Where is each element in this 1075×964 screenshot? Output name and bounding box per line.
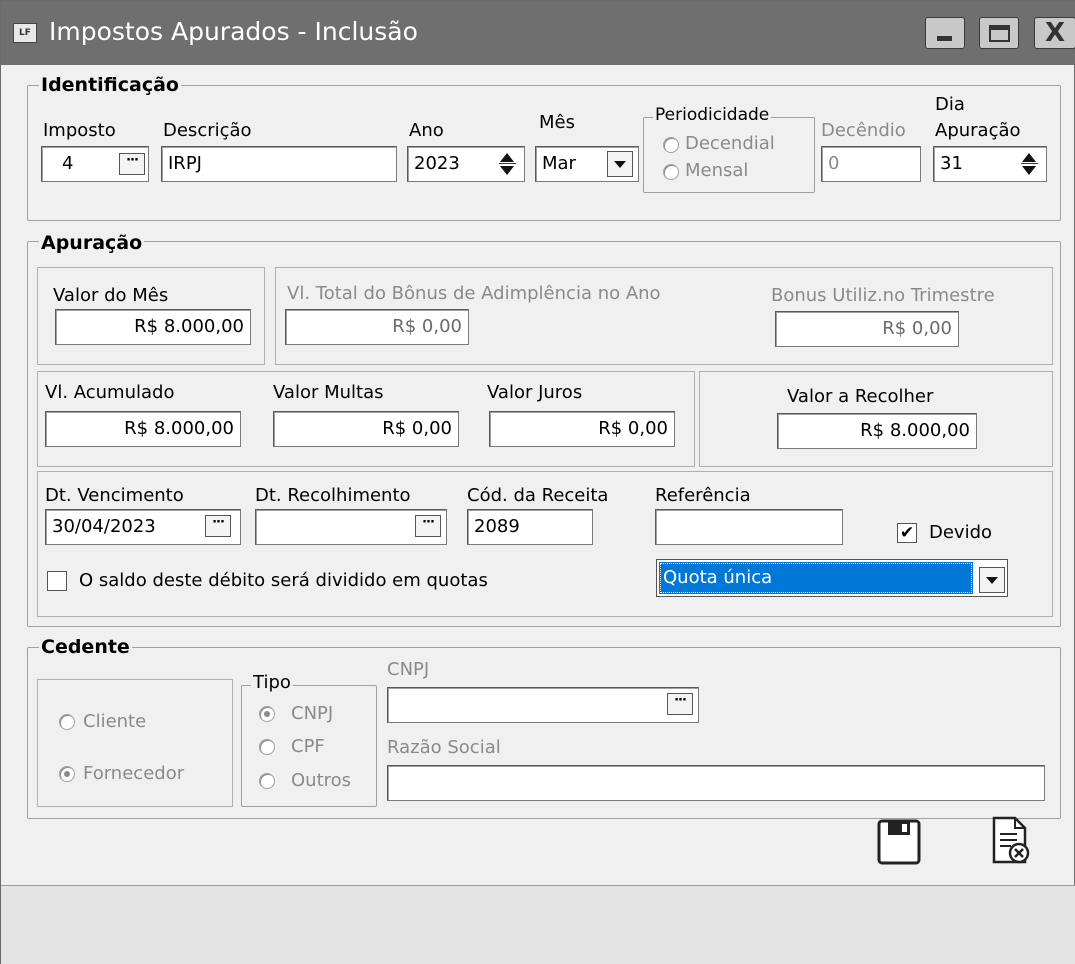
multas-field[interactable]: R$ 0,00 [273,411,459,447]
cedente-legend: Cedente [39,636,132,658]
decendio-field[interactable]: 0 [821,146,921,182]
floppy-disk-icon[interactable] [877,819,921,865]
cnpj-radio[interactable] [259,706,275,722]
chevron-down-icon [614,161,626,168]
mes-label: Mês [539,112,575,133]
multas-label: Valor Multas [273,382,384,403]
dia-spinner[interactable] [1019,149,1041,179]
bonus-total-label: Vl. Total do Bônus de Adimplência no Ano [287,283,661,304]
cpf-radio[interactable] [259,739,275,755]
tipo-legend: Tipo [251,672,293,693]
acumulado-label: Vl. Acumulado [45,382,175,403]
identificacao-legend: Identificação [39,74,181,96]
cliente-label: Cliente [83,711,147,732]
outros-radio[interactable] [259,773,275,789]
cnpj-label: CNPJ [387,659,430,680]
bonus-total-field[interactable]: R$ 0,00 [285,309,469,345]
window-title: Impostos Apurados - Inclusão [49,17,418,46]
spin-down-icon [1022,166,1036,175]
close-icon: X [1045,18,1066,48]
mensal-label: Mensal [685,160,749,181]
acumulado-field[interactable]: R$ 8.000,00 [45,411,241,447]
quotas-label: O saldo deste débito será dividido em qu… [79,570,488,591]
ano-spinner[interactable] [497,149,519,179]
cliente-radio[interactable] [59,714,75,730]
spin-up-icon [1022,153,1036,162]
receita-label: Cód. da Receita [467,485,609,506]
quota-select-value: Quota única [659,562,973,594]
recolher-label: Valor a Recolher [787,386,934,407]
apuracao-dia-label: Apuração [935,120,1021,141]
maximize-icon [989,25,1010,42]
quotas-checkbox[interactable] [47,571,67,591]
valor-mes-label: Valor do Mês [53,285,169,306]
outros-option-label: Outros [291,770,352,791]
cnpj-lookup-button[interactable]: ··· [667,693,693,715]
descricao-field[interactable]: IRPJ [161,146,397,182]
periodicidade-legend: Periodicidade [653,105,772,125]
minimize-button[interactable] [925,17,965,49]
minimize-icon [937,36,952,41]
referencia-field[interactable] [655,509,843,545]
mes-dropdown-button[interactable] [607,151,633,177]
vencimento-date-button[interactable]: ··· [205,515,231,537]
window: LF Impostos Apurados - Inclusão X Identi… [0,0,1075,964]
bonus-utiliz-label: Bonus Utiliz.no Trimestre [771,285,995,306]
app-logo-icon: LF [13,23,37,43]
cnpj-field[interactable] [387,687,699,723]
descricao-label: Descrição [163,120,252,141]
footer-toolbar [1,885,1075,964]
vencimento-label: Dt. Vencimento [45,485,184,506]
maximize-button[interactable] [979,17,1019,49]
razao-label: Razão Social [387,737,501,758]
imposto-value: 4 [62,153,74,174]
quota-dropdown-button[interactable] [979,567,1005,593]
devido-checkbox[interactable]: ✔ [897,523,917,543]
chevron-down-icon [986,577,998,584]
razao-field[interactable] [387,765,1045,801]
ano-label: Ano [409,120,444,141]
decendial-label: Decendial [685,133,775,154]
document-cancel-icon[interactable] [991,816,1031,866]
fornecedor-label: Fornecedor [83,763,185,784]
spin-up-icon [500,153,514,162]
receita-field[interactable]: 2089 [467,509,593,545]
recolher-field[interactable]: R$ 8.000,00 [777,413,977,449]
cpf-option-label: CPF [291,736,325,757]
recolhimento-date-button[interactable]: ··· [415,515,441,537]
juros-field[interactable]: R$ 0,00 [489,411,675,447]
close-button[interactable]: X [1034,17,1075,49]
fornecedor-radio[interactable] [59,766,75,782]
recolhimento-label: Dt. Recolhimento [255,485,411,506]
dia-label: Dia [935,94,965,115]
mensal-radio[interactable] [663,164,679,180]
devido-label: Devido [929,522,993,543]
valor-mes-field[interactable]: R$ 8.000,00 [55,309,251,345]
imposto-label: Imposto [43,120,116,141]
cnpj-option-label: CNPJ [291,703,334,724]
referencia-label: Referência [655,485,751,506]
title-bar[interactable]: LF Impostos Apurados - Inclusão X [1,1,1075,65]
bonus-utiliz-field[interactable]: R$ 0,00 [775,311,959,347]
spin-down-icon [500,166,514,175]
juros-label: Valor Juros [487,382,583,403]
cliente-panel [37,679,233,807]
decendio-label: Decêndio [821,120,906,141]
imposto-lookup-button[interactable]: ··· [119,153,145,175]
quota-select[interactable]: Quota única [656,559,1008,597]
apuracao-legend: Apuração [39,232,145,254]
decendial-radio[interactable] [663,137,679,153]
